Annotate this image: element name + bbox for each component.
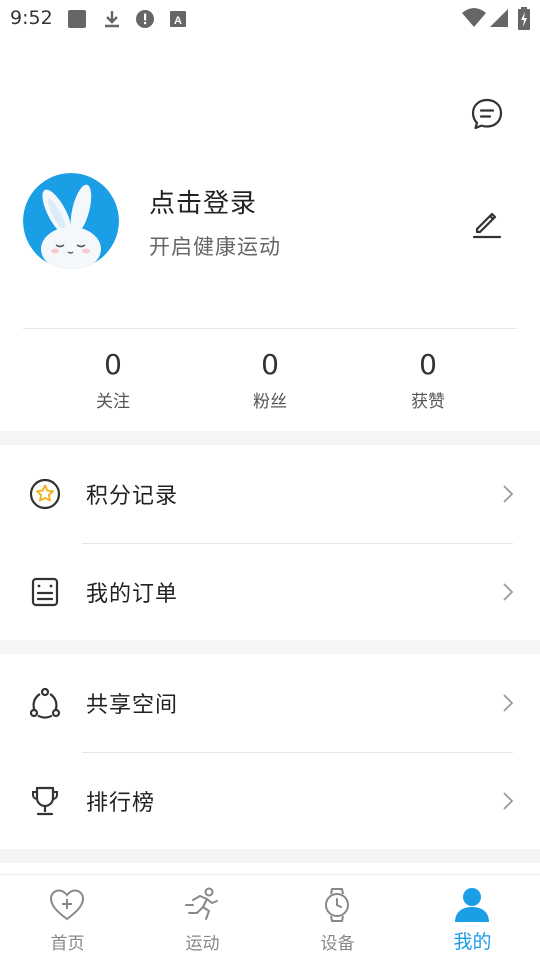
order-list-icon: [31, 577, 59, 607]
messages-button[interactable]: [469, 96, 505, 132]
alert-icon: [136, 10, 154, 28]
menu-item-points-record[interactable]: 积分记录: [0, 446, 540, 542]
chevron-right-icon: [503, 792, 514, 810]
stat-followers[interactable]: 0 粉丝: [220, 345, 320, 412]
stat-label: 关注: [96, 392, 130, 412]
runner-icon: [185, 887, 218, 920]
menu-label: 积分记录: [86, 484, 179, 509]
login-title[interactable]: 点击登录: [149, 183, 257, 220]
menu-item-leaderboard[interactable]: 排行榜: [0, 753, 540, 849]
chevron-right-icon: [503, 485, 514, 503]
chevron-right-icon: [503, 583, 514, 601]
stat-value: 0: [261, 348, 279, 381]
heart-plus-icon: [49, 889, 85, 921]
wifi-icon: [462, 8, 486, 27]
login-subtitle: 开启健康运动: [149, 235, 281, 259]
stat-label: 获赞: [411, 392, 445, 412]
nav-label: 运动: [185, 934, 220, 954]
nav-label: 我的: [453, 931, 492, 953]
font-a-icon: A: [170, 11, 186, 27]
nav-tab-home[interactable]: 首页: [0, 875, 135, 960]
section-gap: [0, 849, 540, 863]
trophy-icon: [32, 786, 58, 816]
nav-tab-device[interactable]: 设备: [270, 875, 405, 960]
svg-text:A: A: [174, 15, 182, 27]
bunny-avatar-icon: [23, 173, 119, 269]
nav-label: 设备: [320, 934, 355, 954]
status-time: 9:52: [10, 7, 53, 29]
stat-following[interactable]: 0 关注: [63, 345, 163, 412]
avatar[interactable]: [23, 173, 119, 269]
stat-value: 0: [419, 348, 437, 381]
nav-tab-me[interactable]: 我的: [405, 875, 540, 960]
bottom-nav: 首页 运动 设备 我的: [0, 874, 540, 960]
stat-label: 粉丝: [253, 392, 287, 412]
profile-header[interactable]: 点击登录 开启健康运动: [0, 165, 540, 285]
watch-icon: [325, 888, 349, 922]
nav-tab-sport[interactable]: 运动: [135, 875, 270, 960]
menu-label: 共享空间: [86, 693, 179, 718]
gallery-icon: [68, 10, 86, 28]
pencil-icon: [472, 212, 502, 239]
person-icon: [455, 888, 489, 922]
message-bubble-icon: [471, 98, 503, 130]
stats-row: 0 关注 0 粉丝 0 获赞: [0, 345, 540, 425]
star-circle-icon: [29, 478, 61, 510]
chevron-right-icon: [503, 694, 514, 712]
share-network-icon: [29, 687, 61, 719]
menu-label: 我的订单: [86, 582, 179, 607]
edit-profile-button[interactable]: [470, 205, 504, 239]
nav-label: 首页: [50, 934, 85, 954]
menu-item-shared-space[interactable]: 共享空间: [0, 655, 540, 751]
section-gap: [0, 640, 540, 654]
menu-label: 排行榜: [86, 791, 156, 816]
stat-value: 0: [104, 348, 122, 381]
menu-item-my-orders[interactable]: 我的订单: [0, 544, 540, 640]
download-icon: [105, 11, 119, 28]
battery-icon: [518, 7, 530, 30]
status-bar: 9:52 A: [0, 0, 540, 38]
section-gap: [0, 431, 540, 445]
stat-likes[interactable]: 0 获赞: [378, 345, 478, 412]
profile-divider: [23, 328, 517, 329]
signal-icon: [490, 9, 508, 27]
